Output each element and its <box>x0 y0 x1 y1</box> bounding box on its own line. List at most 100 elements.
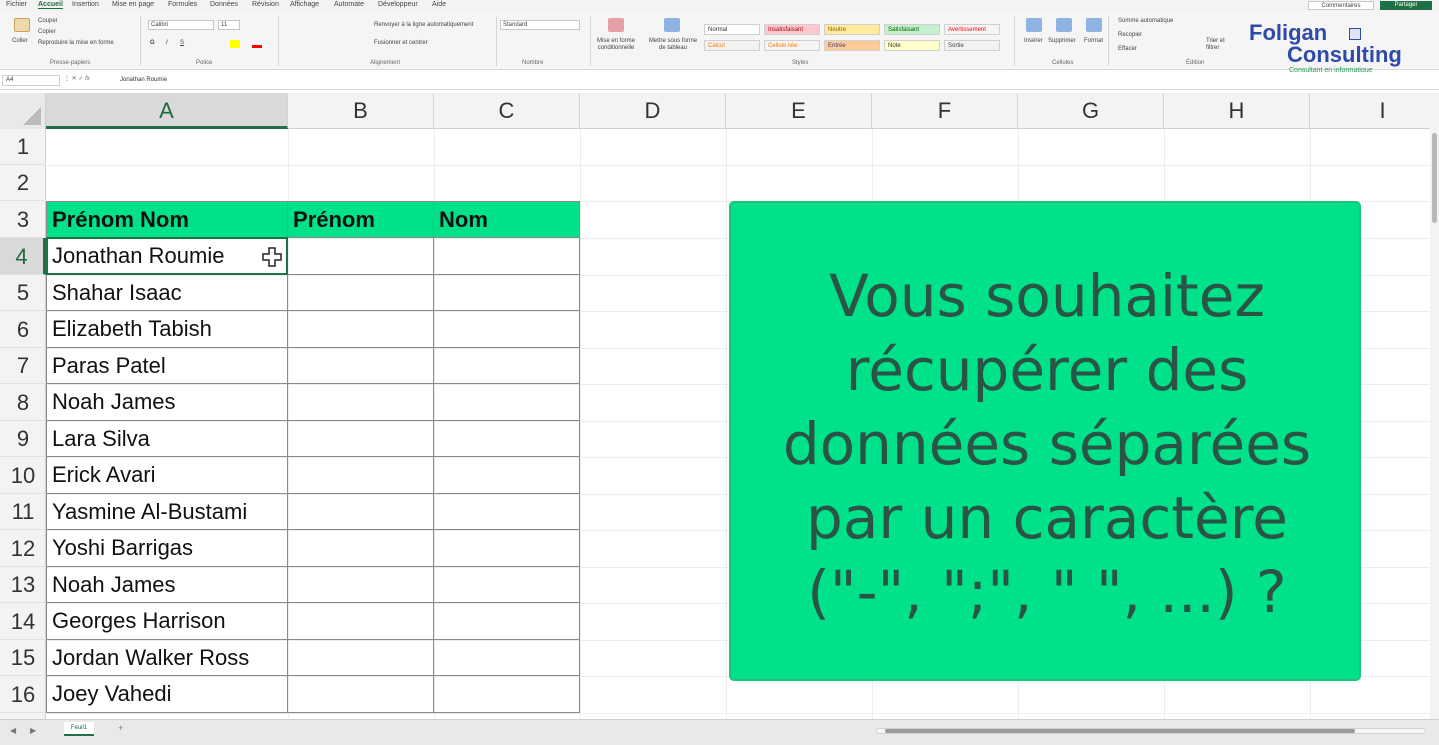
row-header-3[interactable]: 3 <box>0 201 46 238</box>
menu-aide[interactable]: Aide <box>432 1 446 8</box>
paste-button[interactable]: Coller <box>12 38 28 44</box>
table-cell[interactable] <box>434 640 580 676</box>
table-cell[interactable] <box>288 457 434 494</box>
column-header-d[interactable]: D <box>580 93 726 129</box>
copy-button[interactable]: Copier <box>38 29 56 35</box>
clear-button[interactable]: Effacer <box>1118 46 1137 52</box>
merge-center-button[interactable]: Fusionner et centrer <box>374 40 428 46</box>
table-cell[interactable] <box>288 494 434 530</box>
active-cell-border[interactable] <box>46 237 288 275</box>
horizontal-scrollbar[interactable] <box>876 728 1426 734</box>
row-header-1[interactable]: 1 <box>0 129 46 165</box>
row-header-5[interactable]: 5 <box>0 275 46 311</box>
table-cell[interactable] <box>288 275 434 311</box>
table-cell[interactable] <box>434 311 580 348</box>
column-header-a[interactable]: A <box>46 93 288 129</box>
table-cell[interactable] <box>288 421 434 457</box>
table-cell[interactable] <box>434 384 580 421</box>
menu-revision[interactable]: Révision <box>252 1 279 8</box>
prev-sheet-icon[interactable]: ◀ <box>10 726 16 735</box>
table-cell[interactable]: Georges Harrison <box>46 603 288 640</box>
number-format-select[interactable]: Standard <box>500 20 580 30</box>
add-sheet-button[interactable]: + <box>118 723 123 733</box>
conditional-format-button[interactable]: Mise en forme conditionnelle <box>594 38 638 52</box>
column-header-b[interactable]: B <box>288 93 434 129</box>
format-as-table-icon[interactable] <box>664 18 680 32</box>
table-cell[interactable] <box>288 348 434 384</box>
row-header-15[interactable]: 15 <box>0 640 46 676</box>
menu-fichier[interactable]: Fichier <box>6 1 27 8</box>
row-header-9[interactable]: 9 <box>0 421 46 457</box>
style-cellule-liee[interactable]: Cellule liée <box>764 40 820 51</box>
table-cell[interactable] <box>288 603 434 640</box>
table-cell[interactable]: Jordan Walker Ross <box>46 640 288 676</box>
column-header-g[interactable]: G <box>1018 93 1164 129</box>
table-cell[interactable] <box>434 457 580 494</box>
column-header-i[interactable]: I <box>1310 93 1439 129</box>
vertical-scrollbar[interactable] <box>1430 93 1439 719</box>
italic-button[interactable]: I <box>166 40 168 46</box>
table-cell[interactable] <box>288 238 434 275</box>
horizontal-scrollbar-thumb[interactable] <box>885 729 1355 733</box>
insert-cells-icon[interactable] <box>1026 18 1042 32</box>
table-cell[interactable]: Yasmine Al-Bustami <box>46 494 288 530</box>
table-cell[interactable]: Yoshi Barrigas <box>46 530 288 567</box>
insert-button[interactable]: Insérer <box>1024 38 1043 44</box>
table-cell[interactable]: Lara Silva <box>46 421 288 457</box>
table-cell[interactable] <box>288 676 434 713</box>
cut-button[interactable]: Couper <box>38 18 58 24</box>
bold-button[interactable]: G <box>150 40 155 46</box>
paste-icon[interactable] <box>14 18 30 32</box>
table-cell[interactable] <box>434 275 580 311</box>
menu-mise-en-page[interactable]: Mise en page <box>112 1 154 8</box>
sheet-tab-feuil1[interactable]: Feuil1 <box>64 722 94 736</box>
comments-button[interactable]: Commentaires <box>1308 1 1374 10</box>
style-note[interactable]: Note <box>884 40 940 51</box>
share-button[interactable]: Partager <box>1380 1 1432 10</box>
fill-button[interactable]: Recopier <box>1118 32 1142 38</box>
menu-automate[interactable]: Automate <box>334 1 364 8</box>
sort-filter-button[interactable]: Trier et filtrer <box>1206 38 1228 52</box>
select-all-button[interactable] <box>0 93 46 129</box>
table-cell[interactable]: Elizabeth Tabish <box>46 311 288 348</box>
row-header-10[interactable]: 10 <box>0 457 46 494</box>
format-button[interactable]: Format <box>1084 38 1103 44</box>
underline-button[interactable]: S <box>180 40 184 46</box>
table-header-cell[interactable]: Prénom <box>288 201 434 238</box>
style-calcul[interactable]: Calcul <box>704 40 760 51</box>
column-header-h[interactable]: H <box>1164 93 1310 129</box>
formula-input[interactable]: Jonathan Roumie <box>120 75 1430 86</box>
table-cell[interactable]: Shahar Isaac <box>46 275 288 311</box>
row-header-14[interactable]: 14 <box>0 603 46 640</box>
row-header-4[interactable]: 4 <box>0 238 46 275</box>
table-cell[interactable] <box>434 238 580 275</box>
row-header-11[interactable]: 11 <box>0 494 46 530</box>
column-header-c[interactable]: C <box>434 93 580 129</box>
menu-donnees[interactable]: Données <box>210 1 238 8</box>
menu-insertion[interactable]: Insertion <box>72 1 99 8</box>
menu-developpeur[interactable]: Développeur <box>378 1 418 8</box>
table-cell[interactable] <box>288 567 434 603</box>
delete-cells-icon[interactable] <box>1056 18 1072 32</box>
table-cell[interactable]: Noah James <box>46 567 288 603</box>
font-color-icon[interactable] <box>252 40 262 48</box>
menu-accueil[interactable]: Accueil <box>38 1 63 9</box>
table-cell[interactable] <box>288 640 434 676</box>
autosum-button[interactable]: Somme automatique <box>1118 18 1173 24</box>
wrap-text-button[interactable]: Renvoyer à la ligne automatiquement <box>374 22 473 28</box>
table-cell[interactable] <box>288 311 434 348</box>
column-header-e[interactable]: E <box>726 93 872 129</box>
row-header-8[interactable]: 8 <box>0 384 46 421</box>
table-cell[interactable] <box>434 676 580 713</box>
menu-formules[interactable]: Formules <box>168 1 197 8</box>
table-cell[interactable] <box>434 603 580 640</box>
font-size-select[interactable]: 11 <box>218 20 240 30</box>
format-as-table-button[interactable]: Mettre sous forme de tableau <box>646 38 700 52</box>
table-cell[interactable]: Joey Vahedi <box>46 676 288 713</box>
style-normal[interactable]: Normal <box>704 24 760 35</box>
font-name-select[interactable]: Calibri <box>148 20 214 30</box>
table-header-cell[interactable]: Prénom Nom <box>46 201 288 238</box>
column-header-f[interactable]: F <box>872 93 1018 129</box>
table-cell[interactable]: Paras Patel <box>46 348 288 384</box>
table-cell[interactable] <box>434 348 580 384</box>
